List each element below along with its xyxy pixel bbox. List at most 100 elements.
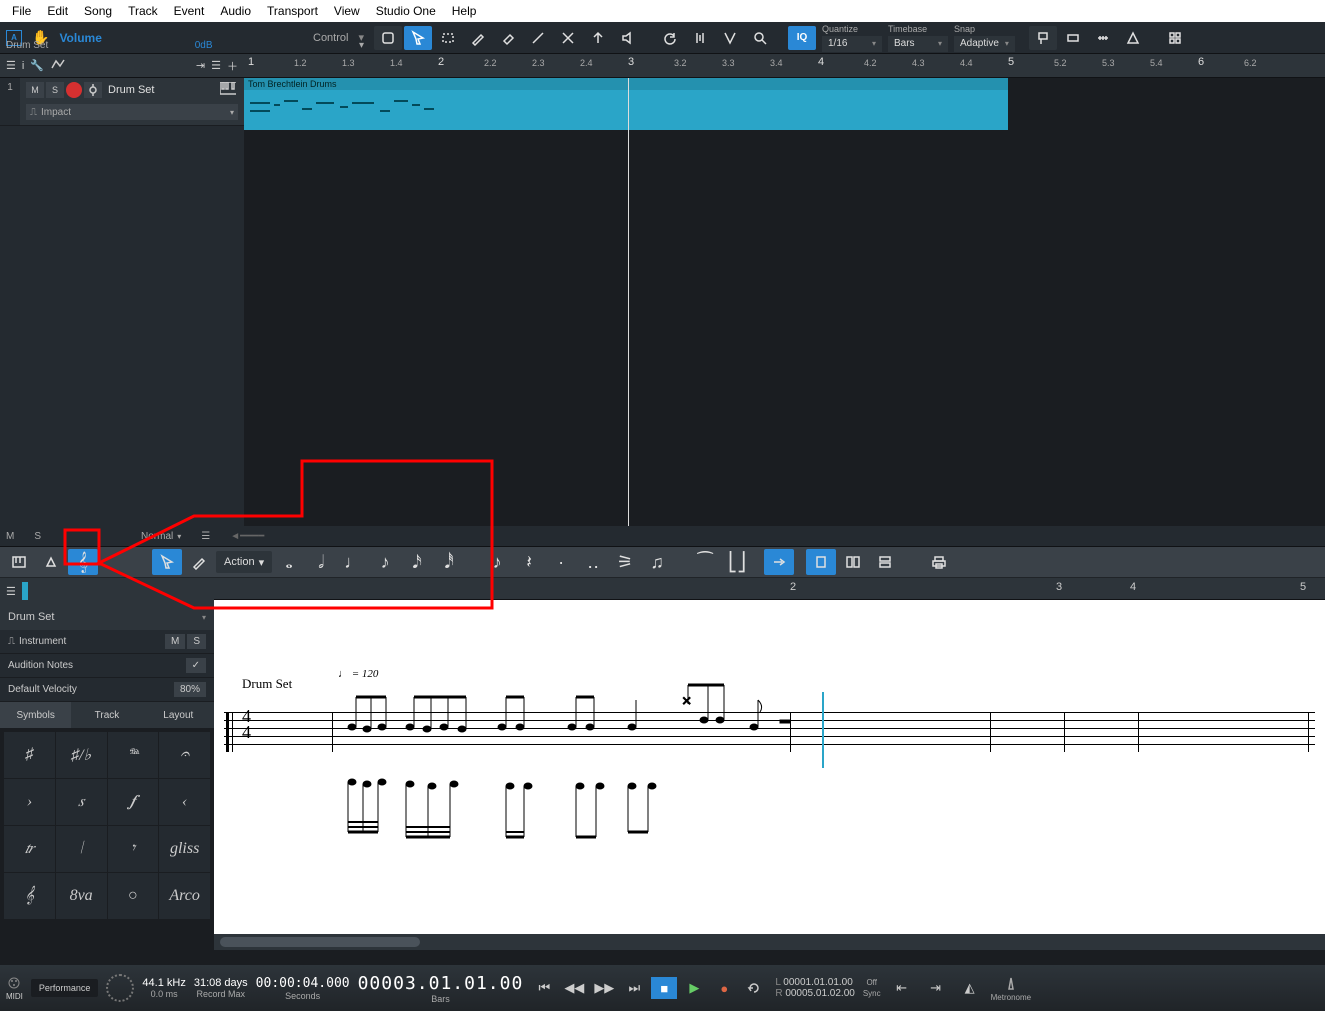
midi-clip[interactable]: Tom Brechtlein Drums: [244, 78, 1008, 130]
drum-view-icon[interactable]: [36, 549, 66, 575]
menu-event[interactable]: Event: [166, 2, 213, 20]
autoquantize-button[interactable]: IQ: [788, 26, 816, 50]
sync-state[interactable]: Off: [866, 978, 877, 987]
whole-note-icon[interactable]: 𝅝: [274, 549, 304, 575]
eighth-note-icon[interactable]: ♪: [370, 549, 400, 575]
global-mute[interactable]: M: [6, 531, 14, 542]
locator-right[interactable]: 00005.01.02.00: [775, 988, 855, 999]
grid-icon[interactable]: [1161, 26, 1189, 50]
tab-track[interactable]: Track: [71, 702, 142, 728]
view-mode-combo[interactable]: Normal ▾: [141, 531, 181, 542]
menu-audio[interactable]: Audio: [212, 2, 259, 20]
global-solo[interactable]: S: [34, 531, 41, 542]
quantize-value[interactable]: 1/16: [822, 36, 882, 52]
multitrack-view-icon[interactable]: [870, 549, 900, 575]
dot-icon[interactable]: ·: [546, 549, 576, 575]
symbol-accent[interactable]: ›: [4, 779, 55, 825]
arrange-canvas[interactable]: Tom Brechtlein Drums: [244, 78, 1325, 526]
solo-button[interactable]: S: [46, 82, 64, 98]
menu-studio-one[interactable]: Studio One: [368, 2, 444, 20]
loop-button[interactable]: [741, 977, 767, 999]
audition-toggle[interactable]: ✓: [186, 658, 206, 673]
follow-icon[interactable]: [764, 549, 794, 575]
monitor-button[interactable]: [84, 82, 102, 98]
tie-icon[interactable]: ⁀: [690, 549, 720, 575]
menu-help[interactable]: Help: [444, 2, 485, 20]
list-icon[interactable]: ☰: [201, 531, 210, 542]
bracket-icon[interactable]: ⎣⎦: [722, 549, 752, 575]
symbol-clef[interactable]: 𝄞: [4, 873, 55, 919]
score-view-icon[interactable]: 𝄞: [68, 549, 98, 575]
symbol-sharp[interactable]: ♯: [4, 732, 55, 778]
symbol-open[interactable]: ○: [108, 873, 159, 919]
search-icon[interactable]: [746, 26, 774, 50]
scrollbar-thumb[interactable]: [220, 937, 420, 947]
symbol-gliss[interactable]: gliss: [159, 826, 210, 872]
mute-button[interactable]: M: [26, 82, 44, 98]
locators[interactable]: 00001.01.01.00 00005.01.02.00: [775, 977, 855, 999]
part-solo[interactable]: S: [187, 634, 206, 649]
performance-monitor[interactable]: Performance: [31, 979, 99, 997]
continuous-view-icon[interactable]: [838, 549, 868, 575]
arrow-tool[interactable]: [404, 26, 432, 50]
inspector-value[interactable]: 0dB: [195, 40, 213, 51]
double-dot-icon[interactable]: ‥: [578, 549, 608, 575]
grace-icon[interactable]: ♫: [642, 549, 672, 575]
fast-forward-button[interactable]: ▶▶: [591, 977, 617, 999]
midi-indicator[interactable]: MIDI: [6, 976, 23, 1001]
bend-tool[interactable]: [584, 26, 612, 50]
list-icon[interactable]: ☰: [211, 59, 221, 72]
time-display[interactable]: 00:00:04.000 Seconds: [256, 976, 350, 1001]
symbol-arco[interactable]: Arco: [159, 873, 210, 919]
quarter-note-icon[interactable]: ♩: [338, 549, 368, 575]
preroll-icon[interactable]: ⇤: [889, 977, 915, 999]
side-menu-icon[interactable]: ☰: [6, 585, 16, 598]
play-button[interactable]: ▶: [681, 977, 707, 999]
record-button[interactable]: ●: [711, 977, 737, 999]
menu-edit[interactable]: Edit: [39, 2, 76, 20]
part-mute[interactable]: M: [165, 634, 185, 649]
zoom-slider[interactable]: ◄━━━━: [230, 531, 264, 542]
score-area[interactable]: Drum Set ♩ = 120 44: [214, 600, 1325, 934]
metronome-group[interactable]: Metronome: [991, 975, 1031, 1002]
print-icon[interactable]: [924, 549, 954, 575]
menu-transport[interactable]: Transport: [259, 2, 326, 20]
stop-button[interactable]: ■: [651, 977, 677, 999]
score-ruler[interactable]: 2 3 4 5: [214, 578, 1325, 600]
arranger-icon[interactable]: [1059, 26, 1087, 50]
symbol-tremolo[interactable]: 𝄀: [56, 826, 107, 872]
click-icon[interactable]: ◭: [957, 977, 983, 999]
menu-view[interactable]: View: [326, 2, 368, 20]
menu-file[interactable]: File: [4, 2, 39, 20]
score-arrow-tool[interactable]: [152, 549, 182, 575]
track-name[interactable]: Drum Set: [108, 84, 154, 96]
tracklist-menu-icon[interactable]: ☰: [6, 59, 16, 72]
horizontal-scrollbar[interactable]: [214, 934, 1325, 950]
record-arm-button[interactable]: [66, 82, 82, 98]
tempo-icon[interactable]: [1119, 26, 1147, 50]
autopunch-icon[interactable]: ⇥: [923, 977, 949, 999]
strip-silence-icon[interactable]: [686, 26, 714, 50]
position-display[interactable]: 00003.01.01.00 Bars: [358, 973, 524, 1004]
restore-icon[interactable]: [656, 26, 684, 50]
goto-end-button[interactable]: ⏭: [621, 977, 647, 999]
tuplet-icon[interactable]: ♪: [482, 549, 512, 575]
chord-icon[interactable]: ⚞: [610, 549, 640, 575]
symbol-slur[interactable]: 𝆮: [108, 732, 159, 778]
snap-toggle-icon[interactable]: [374, 26, 402, 50]
locator-left[interactable]: 00001.01.01.00: [775, 977, 855, 988]
symbol-trill[interactable]: 𝆖: [4, 826, 55, 872]
automation-icon[interactable]: [50, 56, 66, 75]
piano-view-icon[interactable]: [4, 549, 34, 575]
score-canvas[interactable]: 2 3 4 5 Drum Set ♩ = 120: [214, 578, 1325, 950]
add-track-icon[interactable]: ＋: [227, 58, 238, 74]
collapse-icon[interactable]: ⇥: [196, 59, 205, 72]
macro-icon[interactable]: [716, 26, 744, 50]
menu-track[interactable]: Track: [120, 2, 166, 20]
info-icon[interactable]: i: [22, 60, 24, 72]
symbol-rest[interactable]: 𝄾: [108, 826, 159, 872]
symbol-sforzando[interactable]: 𝆍: [56, 779, 107, 825]
symbol-fermata[interactable]: 𝄐: [159, 732, 210, 778]
rewind-button[interactable]: ◀◀: [561, 977, 587, 999]
timeline-ruler[interactable]: 1 1.2 1.3 1.4 2 2.2 2.3 2.4 3 3.2 3.3 3.…: [244, 54, 1325, 77]
